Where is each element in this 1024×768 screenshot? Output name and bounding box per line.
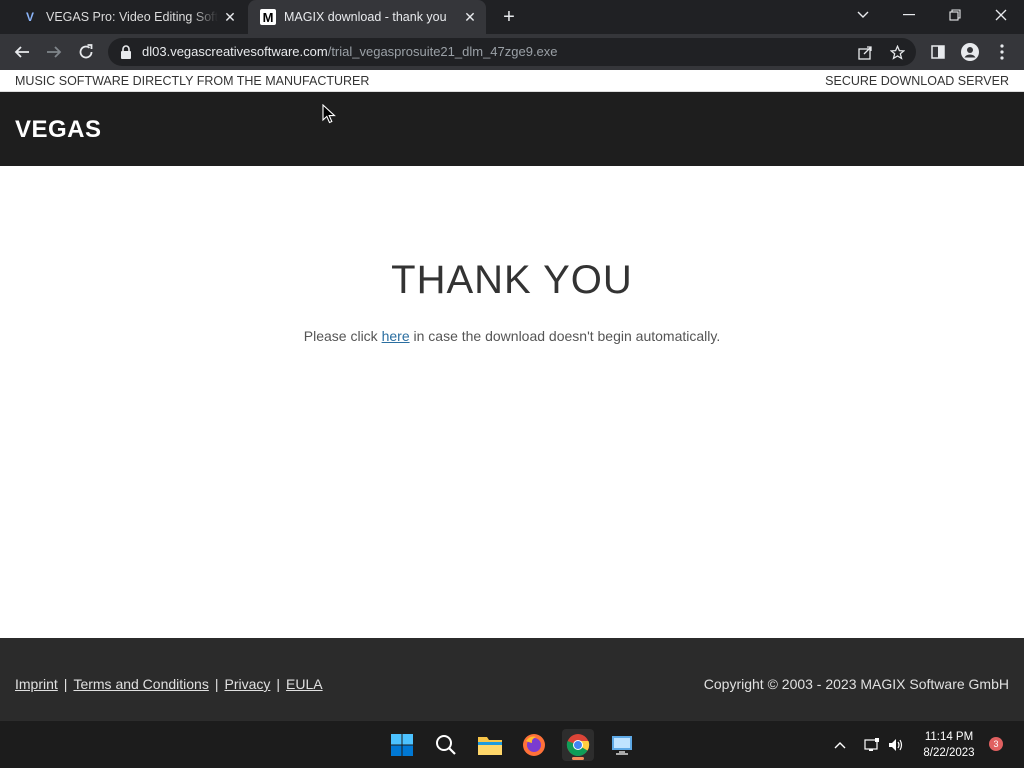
url-path: /trial_vegasprosuite21_dlm_47zge9.exe: [327, 44, 558, 59]
address-bar[interactable]: dl03.vegascreativesoftware.com/trial_veg…: [108, 38, 916, 66]
side-panel-icon[interactable]: [928, 42, 948, 62]
system-clock[interactable]: 11:14 PM 8/22/2023: [904, 729, 994, 761]
page-title: THANK YOU: [391, 258, 633, 302]
share-icon[interactable]: [856, 43, 874, 61]
footer-links: Imprint | Terms and Conditions | Privacy…: [15, 676, 323, 692]
tab-magix-download[interactable]: M MAGIX download - thank you ✕: [248, 0, 486, 34]
minimize-icon[interactable]: [886, 0, 932, 30]
tab-search-chevron-icon[interactable]: [840, 0, 886, 30]
restore-icon[interactable]: [932, 0, 978, 30]
close-tab-icon[interactable]: ✕: [222, 9, 238, 25]
more-menu-icon[interactable]: [992, 42, 1012, 62]
footer-link-imprint[interactable]: Imprint: [15, 676, 58, 692]
footer-link-terms[interactable]: Terms and Conditions: [73, 676, 208, 692]
firefox-icon[interactable]: [518, 729, 550, 761]
download-here-link[interactable]: here: [382, 328, 410, 344]
footer-link-eula[interactable]: EULA: [286, 676, 323, 692]
new-tab-plus-icon[interactable]: +: [498, 6, 520, 28]
tab-vegas-pro[interactable]: V VEGAS Pro: Video Editing Software ✕: [8, 0, 246, 34]
file-explorer-icon[interactable]: [474, 729, 506, 761]
close-window-icon[interactable]: [978, 0, 1024, 30]
clock-date: 8/22/2023: [923, 747, 975, 759]
remote-desktop-icon[interactable]: [606, 729, 638, 761]
notification-badge[interactable]: 3: [989, 737, 1003, 751]
message-before: Please click: [303, 328, 382, 344]
show-hidden-icons-chevron-icon[interactable]: [830, 735, 850, 755]
magix-favicon-icon: M: [260, 9, 276, 25]
network-icon[interactable]: [862, 735, 882, 755]
web-page: MUSIC SOFTWARE DIRECTLY FROM THE MANUFAC…: [0, 70, 1024, 720]
page-topbar: MUSIC SOFTWARE DIRECTLY FROM THE MANUFAC…: [0, 70, 1024, 92]
tab-title: VEGAS Pro: Video Editing Software: [46, 10, 218, 24]
reload-icon[interactable]: [74, 40, 98, 64]
message-after: in case the download doesn't begin autom…: [409, 328, 721, 344]
clock-time: 11:14 PM: [924, 731, 974, 743]
site-header: VEGAS: [0, 92, 1024, 166]
forward-arrow-icon[interactable]: [42, 40, 66, 64]
download-message: Please click here in case the download d…: [0, 328, 1024, 344]
url-text[interactable]: dl03.vegascreativesoftware.com/trial_veg…: [142, 44, 558, 59]
browser-tab-strip: V VEGAS Pro: Video Editing Software ✕ M …: [0, 0, 1024, 34]
chrome-icon[interactable]: [562, 729, 594, 761]
bookmark-star-icon[interactable]: [888, 43, 906, 61]
vegas-logo[interactable]: VEGAS: [15, 116, 102, 144]
topbar-tagline: MUSIC SOFTWARE DIRECTLY FROM THE MANUFAC…: [15, 74, 370, 88]
topbar-secure-label: SECURE DOWNLOAD SERVER: [825, 74, 1009, 88]
windows-taskbar: 11:14 PM 8/22/2023: [0, 720, 1024, 768]
footer-separator: |: [63, 676, 68, 692]
lock-icon[interactable]: [120, 45, 132, 59]
url-domain: dl03.vegascreativesoftware.com: [142, 44, 328, 59]
main-content: THANK YOU Please click here in case the …: [0, 166, 1024, 638]
volume-icon[interactable]: [886, 735, 906, 755]
windows-start-icon[interactable]: [386, 729, 418, 761]
back-arrow-icon[interactable]: [10, 40, 34, 64]
close-tab-icon[interactable]: ✕: [462, 9, 478, 25]
search-icon[interactable]: [430, 729, 462, 761]
browser-toolbar: dl03.vegascreativesoftware.com/trial_veg…: [0, 34, 1024, 70]
profile-icon[interactable]: [960, 42, 980, 62]
tab-title: MAGIX download - thank you: [284, 10, 447, 24]
site-footer: Imprint | Terms and Conditions | Privacy…: [0, 638, 1024, 720]
copyright-text: Copyright © 2003 - 2023 MAGIX Software G…: [703, 676, 1009, 692]
footer-separator: |: [276, 676, 281, 692]
footer-separator: |: [214, 676, 219, 692]
mouse-cursor-icon: [322, 104, 336, 124]
footer-link-privacy[interactable]: Privacy: [224, 676, 270, 692]
active-app-indicator: [572, 757, 584, 760]
vegas-favicon-icon: V: [25, 10, 34, 24]
